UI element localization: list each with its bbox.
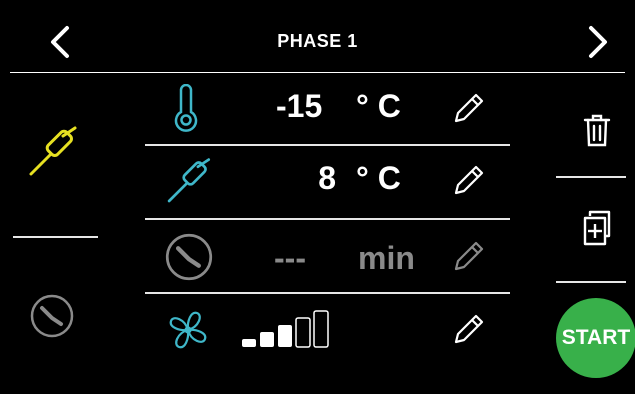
sidebar-item-timer[interactable] xyxy=(29,293,75,339)
fan-speed-bar-active xyxy=(278,325,292,347)
delete-phase-button[interactable] xyxy=(578,110,616,150)
duplicate-add-icon xyxy=(583,210,611,246)
fan-speed-bar-active xyxy=(242,339,256,347)
clock-icon xyxy=(30,294,74,338)
core-probe-icon xyxy=(29,126,77,176)
pencil-icon xyxy=(454,314,484,344)
actions-divider xyxy=(556,281,626,283)
row-icon xyxy=(164,232,214,282)
sidebar-divider xyxy=(13,236,98,238)
actions-divider xyxy=(556,176,626,178)
chevron-left-icon xyxy=(51,26,69,58)
fan-speed-indicator[interactable] xyxy=(240,307,340,351)
edit-button[interactable] xyxy=(450,91,486,127)
prev-phase-button[interactable] xyxy=(36,18,84,66)
temp-unit-label: ° C xyxy=(356,88,401,124)
pencil-icon xyxy=(454,165,484,195)
fan-icon xyxy=(169,311,207,349)
page-title: PHASE 1 xyxy=(277,31,358,51)
duplicate-phase-button[interactable] xyxy=(578,208,616,250)
edit-button-disabled[interactable] xyxy=(450,239,486,275)
trash-icon xyxy=(583,114,611,147)
sidebar-item-core-probe[interactable] xyxy=(22,124,82,184)
pencil-icon xyxy=(454,93,484,123)
fan-speed-bar-active xyxy=(260,332,274,347)
probe-temp-value: -15 xyxy=(276,88,323,124)
pencil-icon xyxy=(454,241,484,271)
fan-speed-bar-inactive xyxy=(295,317,311,348)
clock-icon xyxy=(165,233,213,281)
core-temp-value: 8 xyxy=(318,160,336,196)
row-divider xyxy=(145,292,510,294)
core-probe-icon xyxy=(167,158,211,203)
start-button[interactable]: START xyxy=(556,298,635,378)
edit-button[interactable] xyxy=(450,163,486,199)
chevron-right-icon xyxy=(589,26,607,58)
fan-speed-bars xyxy=(242,310,329,348)
row-divider xyxy=(145,218,510,220)
next-phase-button[interactable] xyxy=(574,18,622,66)
row-divider xyxy=(145,144,510,146)
header-divider xyxy=(10,72,625,73)
time-unit-label: min xyxy=(358,240,415,276)
fan-speed-bar-inactive xyxy=(313,310,329,348)
row-icon xyxy=(161,156,215,210)
row-icon xyxy=(166,83,206,134)
edit-button[interactable] xyxy=(450,312,486,348)
time-value: --- xyxy=(274,240,306,276)
temp-unit-label: ° C xyxy=(356,160,401,196)
thermometer-icon xyxy=(174,83,198,132)
row-icon xyxy=(163,305,213,355)
